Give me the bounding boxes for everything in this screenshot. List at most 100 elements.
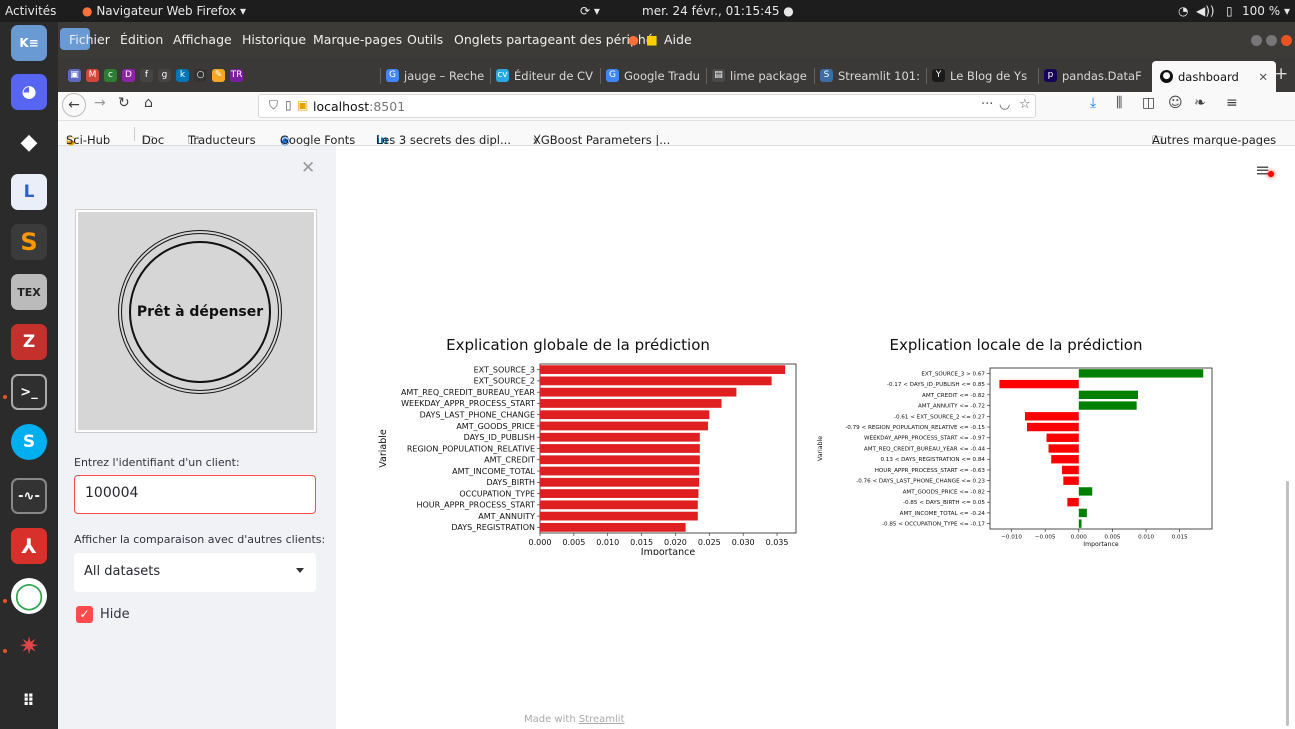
pinned-tabs[interactable]: ▣ Mc Df g k ○ ✎ TR: [66, 63, 296, 88]
minimize-button[interactable]: [1251, 35, 1262, 46]
acrobat-reader-icon[interactable]: ⅄: [11, 528, 47, 564]
menu-aide[interactable]: Aide: [664, 32, 692, 47]
forward-button[interactable]: →: [94, 95, 106, 111]
texmaker-icon[interactable]: TEX: [11, 274, 47, 310]
reload-button[interactable]: ↻: [118, 95, 130, 111]
app-menu-icon[interactable]: ≡: [1255, 160, 1270, 181]
discord-icon[interactable]: ◕: [11, 74, 47, 110]
gmail-icon[interactable]: M: [86, 69, 99, 82]
pinned-tab-icon[interactable]: k: [176, 69, 189, 82]
home-button[interactable]: ⌂: [144, 95, 153, 111]
bar: [1027, 422, 1079, 432]
tab-label: pandas.DataF: [1062, 68, 1142, 83]
x-tick-label: 0.035: [766, 538, 789, 547]
menu-onglets-partageant[interactable]: Onglets partageant des périphé: [454, 32, 654, 47]
system-monitor-icon[interactable]: -∿-: [11, 478, 47, 514]
shield-icon[interactable]: ⛉: [269, 98, 278, 113]
pomodoro-icon[interactable]: ◯: [11, 578, 47, 614]
y-axis-label: Variable: [817, 436, 824, 461]
account-icon[interactable]: ☺: [1168, 95, 1183, 111]
y-tick-label: WEEKDAY_APPR_PROCESS_START <= -0.97: [864, 436, 985, 442]
new-tab-button[interactable]: +: [1274, 64, 1288, 84]
show-apps-icon[interactable]: ⠿: [11, 682, 47, 718]
pinned-tab-icon[interactable]: D: [122, 69, 135, 82]
bar: [1078, 369, 1204, 378]
app-menu[interactable]: ● Navigateur Web Firefox ▾: [82, 4, 246, 18]
bookmark-star-icon[interactable]: ☆: [1019, 97, 1031, 112]
bar: [1051, 455, 1079, 464]
clock[interactable]: mer. 24 févr., 01:15:45 ●: [642, 4, 794, 18]
web-spider-icon[interactable]: ✷: [11, 628, 47, 664]
maximize-button[interactable]: [1266, 35, 1277, 46]
page-scrollbar[interactable]: [1286, 481, 1289, 726]
footer: Made with Streamlit: [524, 714, 625, 725]
library-icon[interactable]: ⫼: [1116, 95, 1122, 111]
medium-icon: S: [820, 69, 833, 82]
back-button[interactable]: ←: [62, 93, 86, 117]
lyx-icon[interactable]: L: [11, 174, 47, 210]
skype-icon[interactable]: S: [11, 424, 47, 460]
tab-dashboard[interactable]: ● dashboard ✕: [1152, 61, 1276, 92]
hide-checkbox[interactable]: ✓: [76, 606, 93, 623]
bar: [540, 477, 700, 487]
menu-fichier[interactable]: Fichier: [69, 32, 110, 47]
tab-label: Streamlit 101:: [838, 68, 920, 83]
pinned-tab-icon[interactable]: c: [104, 69, 117, 82]
tab-separator: [706, 68, 707, 84]
tab-label: Le Blog de Ys: [950, 68, 1028, 83]
menu-outils[interactable]: Outils: [407, 32, 443, 47]
streamlit-link[interactable]: Streamlit: [579, 714, 625, 725]
comparison-select[interactable]: All datasets: [74, 553, 316, 592]
x-tick-label: 0.000: [1071, 535, 1087, 541]
tab-google-traduction[interactable]: G Google Tradu: [604, 63, 704, 88]
client-id-input[interactable]: 100004: [74, 475, 316, 514]
menu-marque-pages[interactable]: Marque-pages: [313, 32, 402, 47]
url-port: :8501: [369, 99, 406, 114]
bar: [540, 376, 772, 386]
tab-jauge[interactable]: Gjauge – Reche: [384, 63, 488, 88]
address-bar[interactable]: ⛉ ▯ ▣ localhost:8501 ··· ◡ ☆: [258, 94, 1036, 118]
menu-edition[interactable]: Édition: [120, 32, 163, 47]
sidebar-icon[interactable]: ◫: [1142, 95, 1155, 111]
close-tab-icon[interactable]: ✕: [1258, 70, 1268, 84]
extension-icon[interactable]: ❧: [1194, 95, 1206, 111]
x-tick-label: 0.030: [732, 538, 755, 547]
reload-indicator-icon: ⟳ ▾: [580, 4, 600, 18]
inkscape-icon[interactable]: ◆: [11, 124, 47, 160]
menu-historique[interactable]: Historique: [242, 32, 306, 47]
bar: [1078, 390, 1138, 400]
pinned-tab-icon[interactable]: ✎: [212, 69, 225, 82]
tab-lime-package[interactable]: ▤ lime package: [710, 63, 812, 88]
page-icon[interactable]: ▯: [285, 98, 292, 112]
tab-blog-ys[interactable]: Y Le Blog de Ys: [930, 63, 1036, 88]
hide-checkbox-label[interactable]: Hide: [100, 607, 130, 622]
close-window-button[interactable]: [1281, 35, 1292, 46]
close-sidebar-icon[interactable]: ✕: [301, 158, 315, 178]
tab-editeur-cv[interactable]: cv Éditeur de CV: [494, 63, 598, 88]
system-menu-icon[interactable]: ▾: [1284, 4, 1290, 18]
tab-label: dashboard: [1178, 69, 1239, 84]
tab-pandas[interactable]: p pandas.DataF: [1042, 63, 1144, 88]
wifi-icon: ◔: [1178, 4, 1189, 18]
sublime-text-icon[interactable]: S: [11, 224, 47, 260]
pinned-tab-icon[interactable]: ▣: [68, 69, 81, 82]
github-icon[interactable]: ○: [194, 69, 207, 82]
tab-streamlit-101[interactable]: S Streamlit 101:: [818, 63, 924, 88]
downloads-icon[interactable]: ⤓: [1090, 95, 1096, 111]
translate-icon[interactable]: ▣: [297, 98, 308, 112]
zotero-icon[interactable]: Z: [11, 324, 47, 360]
kde-icon[interactable]: K≡: [11, 25, 47, 61]
y-tick-label: AMT_REQ_CREDIT_BUREAU_YEAR: [401, 388, 535, 397]
hamburger-menu-icon[interactable]: ≡: [1226, 95, 1238, 111]
activities-button[interactable]: Activités: [5, 4, 56, 18]
menu-affichage[interactable]: Affichage: [173, 32, 232, 47]
pinned-tab-icon[interactable]: TR: [230, 69, 243, 82]
x-tick-label: 0.000: [529, 538, 552, 547]
terminal-icon[interactable]: >_: [11, 374, 47, 410]
pinned-tab-icon[interactable]: f: [140, 69, 153, 82]
bookmark-label: Google Fonts: [280, 133, 356, 147]
pinned-tab-icon[interactable]: g: [158, 69, 171, 82]
pocket-icon[interactable]: ◡: [999, 97, 1010, 112]
x-tick-label: 0.005: [1104, 535, 1120, 541]
page-actions-icon[interactable]: ···: [981, 97, 993, 112]
